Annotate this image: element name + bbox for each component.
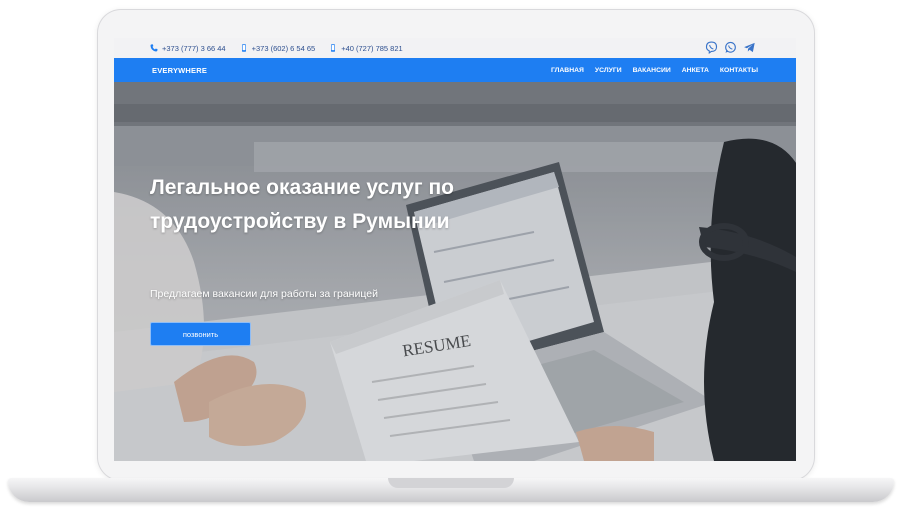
brand-logo[interactable]: EVERYWHERE xyxy=(152,66,207,75)
nav-menu: ГЛАВНАЯ УСЛУГИ ВАКАНСИИ АНКЕТА КОНТАКТЫ xyxy=(551,58,758,82)
contact-topbar: +373 (777) 3 66 44 +373 (602) 6 54 65 +4… xyxy=(114,38,796,58)
phone-3-number: +40 (727) 785 821 xyxy=(341,43,403,53)
main-navbar: EVERYWHERE ГЛАВНАЯ УСЛУГИ ВАКАНСИИ АНКЕТ… xyxy=(114,58,796,82)
website-screen: +373 (777) 3 66 44 +373 (602) 6 54 65 +4… xyxy=(114,38,796,461)
phone-1[interactable]: +373 (777) 3 66 44 xyxy=(150,44,226,53)
nav-item-form[interactable]: АНКЕТА xyxy=(682,67,709,74)
hero-subtitle: Предлагаем вакансии для работы за границ… xyxy=(150,288,378,300)
hero-section: RESUME Легальное оказание услуг по трудо… xyxy=(114,82,796,461)
nav-item-services[interactable]: УСЛУГИ xyxy=(595,67,622,74)
phone-1-number: +373 (777) 3 66 44 xyxy=(162,43,226,53)
hero-title: Легальное оказание услуг по трудоустройс… xyxy=(150,176,455,233)
phone-2-number: +373 (602) 6 54 65 xyxy=(251,43,316,53)
mobile-icon xyxy=(241,44,246,52)
social-links xyxy=(705,41,756,54)
nav-item-vacancies[interactable]: ВАКАНСИИ xyxy=(633,67,671,74)
nav-item-home[interactable]: ГЛАВНАЯ xyxy=(551,67,584,74)
phone-2[interactable]: +373 (602) 6 54 65 xyxy=(240,43,316,53)
viber-icon[interactable] xyxy=(705,41,718,54)
mobile-icon xyxy=(331,44,336,52)
whatsapp-icon[interactable] xyxy=(724,41,737,54)
call-button[interactable]: позвонить xyxy=(150,322,251,346)
phone-3[interactable]: +40 (727) 785 821 xyxy=(329,44,403,53)
laptop-notch xyxy=(388,478,514,488)
nav-item-contacts[interactable]: КОНТАКТЫ xyxy=(720,67,758,74)
hero-background-photo: RESUME xyxy=(114,82,796,461)
telegram-icon[interactable] xyxy=(743,41,756,54)
phone-icon xyxy=(150,44,158,52)
